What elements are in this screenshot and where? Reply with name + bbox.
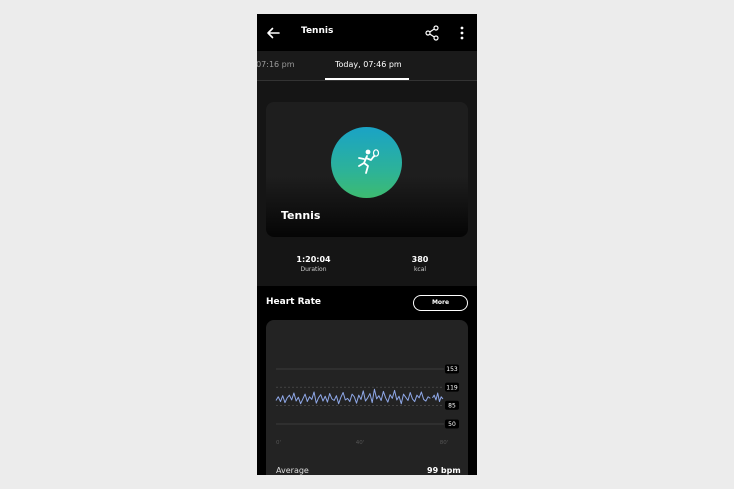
x-tick-label: 80'	[440, 440, 449, 446]
page-title: Tennis	[301, 26, 334, 36]
more-vertical-icon[interactable]	[457, 26, 467, 40]
y-tick-label: 50	[448, 421, 456, 428]
y-tick-label: 153	[446, 366, 458, 373]
heart-rate-chart: 153 119 85 50 0' 40' 80'	[275, 364, 459, 446]
stat-calories-value: 380	[411, 255, 429, 264]
activity-title: Tennis	[281, 209, 321, 222]
phone-screen: Tennis , 07:16 pm Today, 07:46 pm Tennis	[257, 14, 477, 475]
stat-calories: 380 kcal	[402, 255, 438, 273]
share-icon[interactable]	[425, 25, 439, 41]
stat-duration: 1:20:04 Duration	[291, 255, 336, 273]
more-button[interactable]: More	[413, 295, 468, 311]
average-value: 99 bpm	[427, 466, 461, 475]
activity-badge	[331, 127, 402, 198]
y-tick-label: 119	[446, 384, 458, 391]
stat-calories-label: kcal	[413, 266, 427, 273]
heart-rate-chart-card: 153 119 85 50 0' 40' 80'	[266, 320, 468, 475]
stat-duration-value: 1:20:04	[296, 255, 331, 264]
app-bar: Tennis	[257, 14, 477, 51]
heart-rate-series-line	[275, 388, 431, 405]
tab-current-session[interactable]: Today, 07:46 pm	[335, 60, 402, 69]
average-label: Average	[276, 466, 309, 475]
y-tick-label: 85	[448, 403, 456, 410]
back-arrow-icon[interactable]	[265, 25, 281, 41]
x-tick-label: 40'	[356, 440, 365, 446]
heart-rate-series-line	[432, 392, 444, 403]
session-tabs: , 07:16 pm Today, 07:46 pm	[257, 51, 477, 81]
x-tick-label: 0'	[276, 440, 281, 446]
tab-previous-session[interactable]: , 07:16 pm	[257, 60, 295, 69]
activity-hero-card: Tennis	[266, 102, 468, 237]
tab-selected-indicator	[325, 78, 409, 80]
tennis-player-icon	[358, 149, 380, 174]
heart-rate-title: Heart Rate	[266, 297, 321, 307]
stat-duration-label: Duration	[300, 266, 327, 273]
